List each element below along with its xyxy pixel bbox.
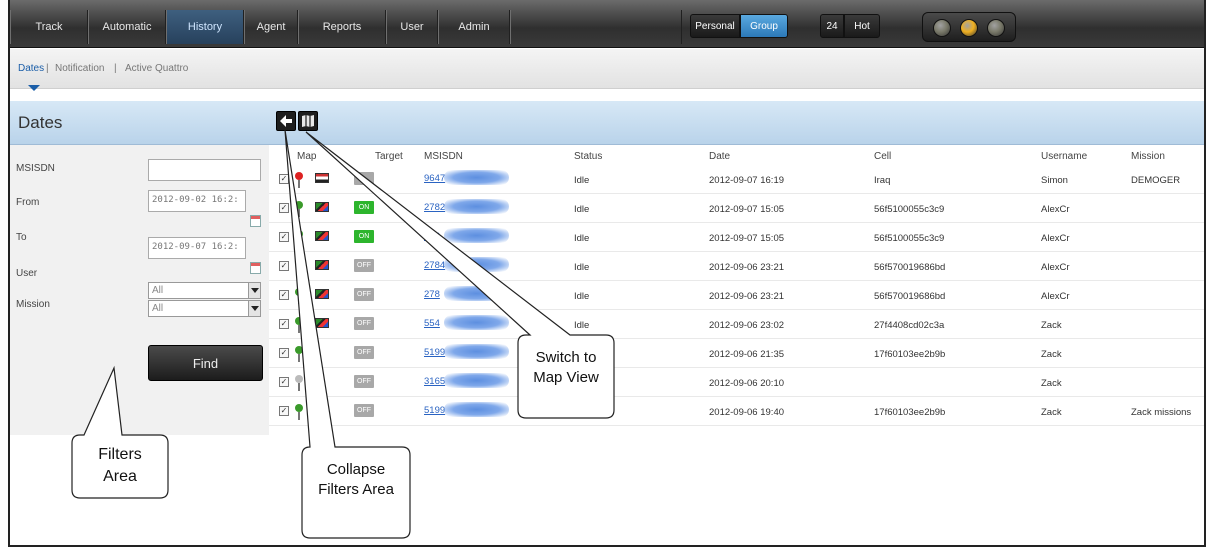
callout-line: Map View — [533, 369, 599, 387]
callout-line: Filters Area — [318, 481, 394, 499]
switch-callout-text: Switch to Map View — [518, 348, 614, 389]
collapse-callout-text: Collapse Filters Area — [302, 460, 410, 501]
callout-line: Filters — [98, 446, 142, 463]
callout-layer — [71, 129, 615, 539]
callout-line: Collapse — [326, 461, 386, 478]
filters-area-callout-text: Filters Area — [72, 444, 168, 487]
app-window: Track Automatic History Agent Reports Us… — [8, 0, 1206, 547]
callout-line: Area — [103, 467, 137, 485]
callout-line: Switch to — [535, 349, 597, 366]
